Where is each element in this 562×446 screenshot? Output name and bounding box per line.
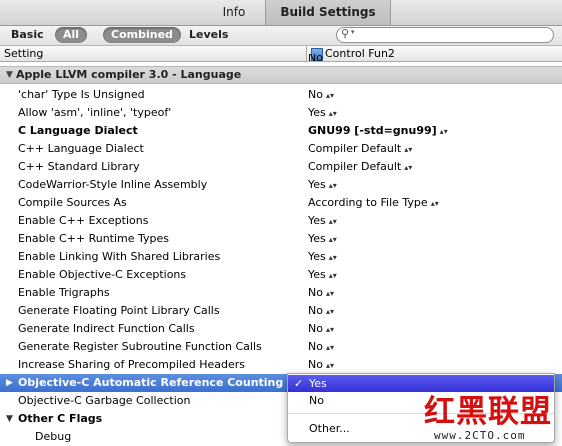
table-row[interactable]: Enable Objective-C Exceptions Yes ▴▾ — [0, 266, 562, 284]
stepper-icon: ▴▾ — [328, 253, 337, 262]
setting-name: CodeWarrior-Style Inline Assembly — [18, 178, 208, 191]
setting-value[interactable]: Yes ▴▾ — [308, 176, 337, 195]
setting-name: C Language Dialect — [18, 124, 138, 137]
stepper-icon: ▴▾ — [439, 127, 448, 136]
stepper-icon: ▴▾ — [325, 361, 334, 370]
table-row[interactable]: Enable Linking With Shared Libraries Yes… — [0, 248, 562, 266]
checkmark-icon: ✓ — [294, 377, 304, 390]
setting-name: Allow 'asm', 'inline', 'typeof' — [18, 106, 172, 119]
table-row[interactable]: Generate Indirect Function Calls No ▴▾ — [0, 320, 562, 338]
setting-name: Enable C++ Runtime Types — [18, 232, 170, 245]
setting-value[interactable]: No ▴▾ — [308, 284, 334, 303]
table-row[interactable]: Increase Sharing of Precompiled Headers … — [0, 356, 562, 374]
stepper-icon: ▴▾ — [328, 235, 337, 244]
section-title: Apple LLVM compiler 3.0 - Language — [16, 68, 242, 81]
stepper-icon: ▴▾ — [325, 325, 334, 334]
watermark-url: www.2CTO.com — [434, 429, 526, 442]
disclosure-triangle-icon[interactable]: ▼ — [6, 67, 13, 83]
top-tab-bar: Info Build Settings — [0, 0, 562, 26]
stepper-icon: ▴▾ — [325, 289, 334, 298]
table-row[interactable]: Generate Register Subroutine Function Ca… — [0, 338, 562, 356]
setting-value[interactable]: Yes ▴▾ — [308, 266, 337, 285]
setting-name: Objective-C Automatic Reference Counting — [18, 376, 284, 389]
stepper-icon: ▴▾ — [325, 343, 334, 352]
watermark-text: 红黑联盟 — [424, 394, 552, 430]
stepper-icon: ▴▾ — [328, 271, 337, 280]
setting-value[interactable]: Yes ▴▾ — [308, 212, 337, 231]
search-icon: ⚲ — [341, 27, 350, 40]
section-header[interactable]: ▼ Apple LLVM compiler 3.0 - Language — [0, 66, 562, 84]
setting-name: Generate Floating Point Library Calls — [18, 304, 220, 317]
tab-info[interactable]: Info — [205, 0, 263, 25]
setting-value[interactable]: GNU99 [-std=gnu99] ▴▾ — [308, 122, 448, 141]
setting-name: Objective-C Garbage Collection — [18, 394, 191, 407]
disclosure-triangle-icon[interactable]: ▶ — [6, 374, 13, 392]
filter-bar: Basic All Combined Levels ⚲ ▾ — [0, 26, 562, 46]
setting-value[interactable]: No ▴▾ — [308, 338, 334, 357]
table-row[interactable]: C++ Language Dialect Compiler Default ▴▾ — [0, 140, 562, 158]
setting-name: 'char' Type Is Unsigned — [18, 88, 145, 101]
filter-all-button[interactable]: All — [55, 27, 88, 43]
setting-value[interactable]: Yes ▴▾ — [308, 230, 337, 249]
setting-name: Compile Sources As — [18, 196, 127, 209]
setting-name: Generate Register Subroutine Function Ca… — [18, 340, 262, 353]
table-row[interactable]: Enable C++ Exceptions Yes ▴▾ — [0, 212, 562, 230]
filter-basic-button[interactable]: Basic — [11, 27, 44, 43]
chevron-down-icon: ▾ — [351, 28, 355, 36]
setting-value[interactable]: Yes ▴▾ — [308, 248, 337, 267]
list-item[interactable]: No — [0, 54, 562, 62]
table-row[interactable]: 'char' Type Is Unsigned No ▴▾ — [0, 86, 562, 104]
setting-value[interactable]: Yes ▴▾ — [308, 104, 337, 123]
tab-build-settings[interactable]: Build Settings — [265, 0, 391, 25]
disclosure-triangle-icon[interactable]: ▼ — [6, 410, 13, 428]
table-row[interactable]: CodeWarrior-Style Inline Assembly Yes ▴▾ — [0, 176, 562, 194]
setting-value[interactable]: Compiler Default ▴▾ — [308, 158, 412, 177]
stepper-icon: ▴▾ — [430, 199, 439, 208]
setting-name: Enable Linking With Shared Libraries — [18, 250, 221, 263]
table-row[interactable]: Compile Sources As According to File Typ… — [0, 194, 562, 212]
setting-value[interactable]: No ▴▾ — [308, 302, 334, 321]
setting-name: Enable Objective-C Exceptions — [18, 268, 187, 281]
stepper-icon: ▴▾ — [328, 217, 337, 226]
stepper-icon: ▴▾ — [404, 163, 413, 172]
setting-name: Generate Indirect Function Calls — [18, 322, 195, 335]
watermark-logo: 红黑联盟 www.2CTO.com — [420, 386, 562, 446]
table-row[interactable]: C++ Standard Library Compiler Default ▴▾ — [0, 158, 562, 176]
setting-value: No — [308, 54, 323, 62]
setting-value[interactable]: No ▴▾ — [308, 86, 334, 105]
stepper-icon: ▴▾ — [328, 181, 337, 190]
stepper-icon: ▴▾ — [325, 307, 334, 316]
table-row[interactable]: Enable Trigraphs No ▴▾ — [0, 284, 562, 302]
view-levels-button[interactable]: Levels — [189, 27, 228, 43]
stepper-icon: ▴▾ — [325, 91, 334, 100]
setting-name: Other C Flags — [18, 412, 103, 425]
setting-name: Increase Sharing of Precompiled Headers — [18, 358, 245, 371]
table-row[interactable]: Generate Floating Point Library Calls No… — [0, 302, 562, 320]
setting-value[interactable]: According to File Type ▴▾ — [308, 194, 439, 213]
setting-name: Debug — [35, 430, 72, 443]
setting-name: C++ Standard Library — [18, 160, 140, 173]
table-row[interactable]: Allow 'asm', 'inline', 'typeof' Yes ▴▾ — [0, 104, 562, 122]
setting-name: Enable C++ Exceptions — [18, 214, 149, 227]
setting-value[interactable]: Compiler Default ▴▾ — [308, 140, 412, 159]
view-combined-button[interactable]: Combined — [103, 27, 181, 43]
stepper-icon: ▴▾ — [328, 109, 337, 118]
setting-name: C++ Language Dialect — [18, 142, 144, 155]
stepper-icon: ▴▾ — [404, 145, 413, 154]
table-row[interactable]: C Language Dialect GNU99 [-std=gnu99] ▴▾ — [0, 122, 562, 140]
table-row[interactable]: Enable C++ Runtime Types Yes ▴▾ — [0, 230, 562, 248]
search-input[interactable]: ⚲ ▾ — [336, 27, 554, 43]
setting-name: Enable Trigraphs — [18, 286, 110, 299]
setting-value[interactable]: No ▴▾ — [308, 320, 334, 339]
